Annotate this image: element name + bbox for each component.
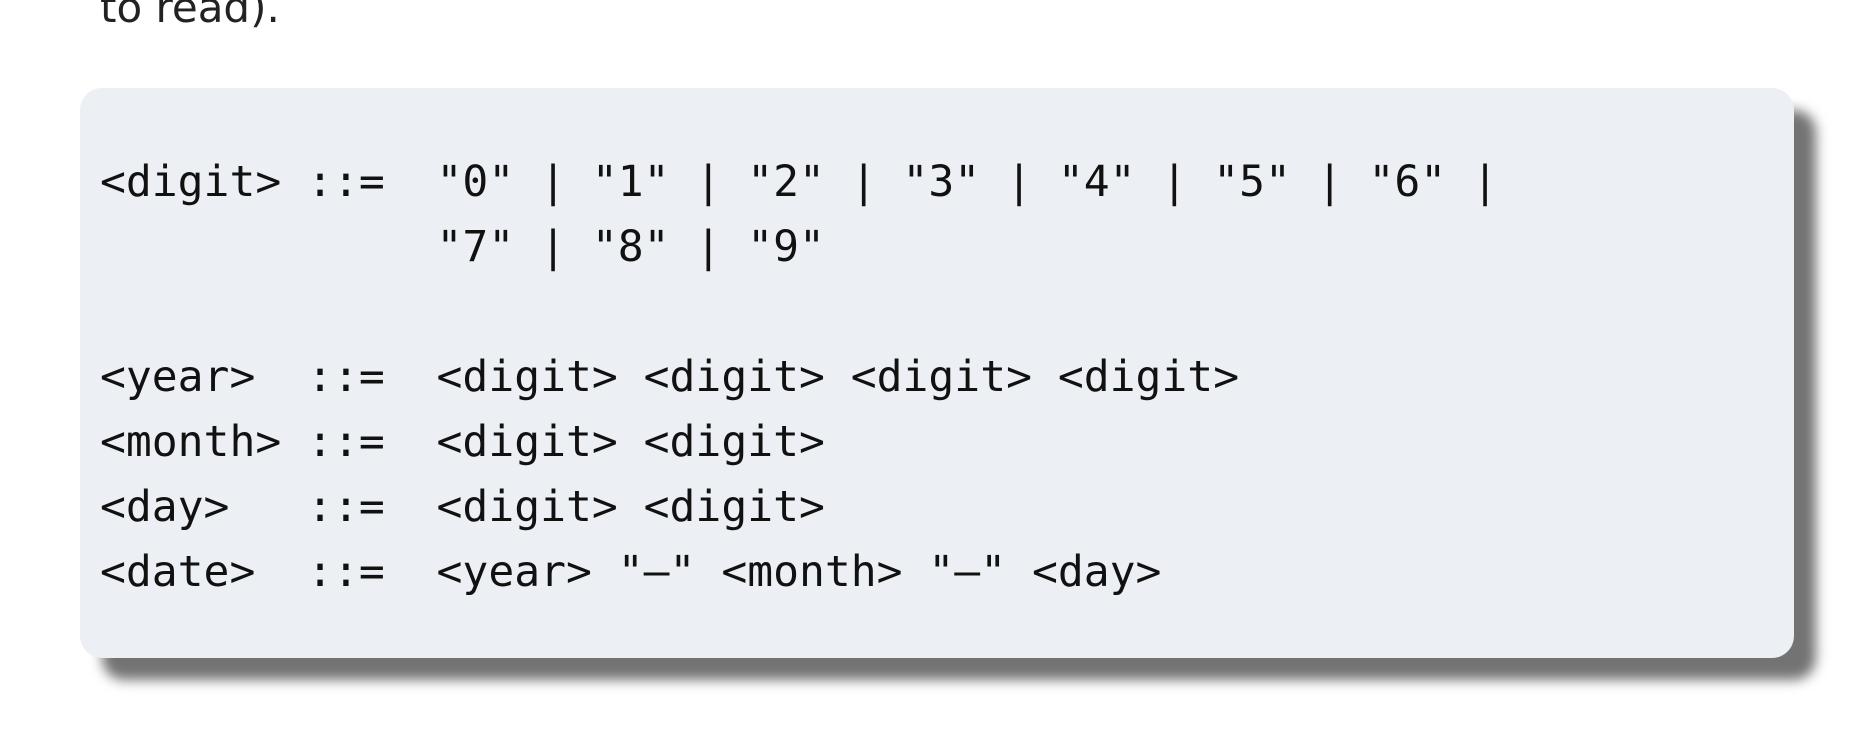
grammar-blank-line <box>100 280 1498 345</box>
grammar-line-digit-continued: "7" | "8" | "9" <box>100 222 825 272</box>
grammar-definition: <digit> ::= "0" | "1" | "2" | "3" | "4" … <box>100 150 1498 605</box>
grammar-line-digit: <digit> ::= "0" | "1" | "2" | "3" | "4" … <box>100 157 1498 207</box>
grammar-line-month: <month> ::= <digit> <digit> <box>100 417 825 467</box>
grammar-line-day: <day> ::= <digit> <digit> <box>100 482 825 532</box>
intro-text: to read). <box>100 0 280 32</box>
grammar-line-date: <date> ::= <year> "—" <month> "—" <day> <box>100 547 1162 597</box>
grammar-line-year: <year> ::= <digit> <digit> <digit> <digi… <box>100 352 1240 402</box>
